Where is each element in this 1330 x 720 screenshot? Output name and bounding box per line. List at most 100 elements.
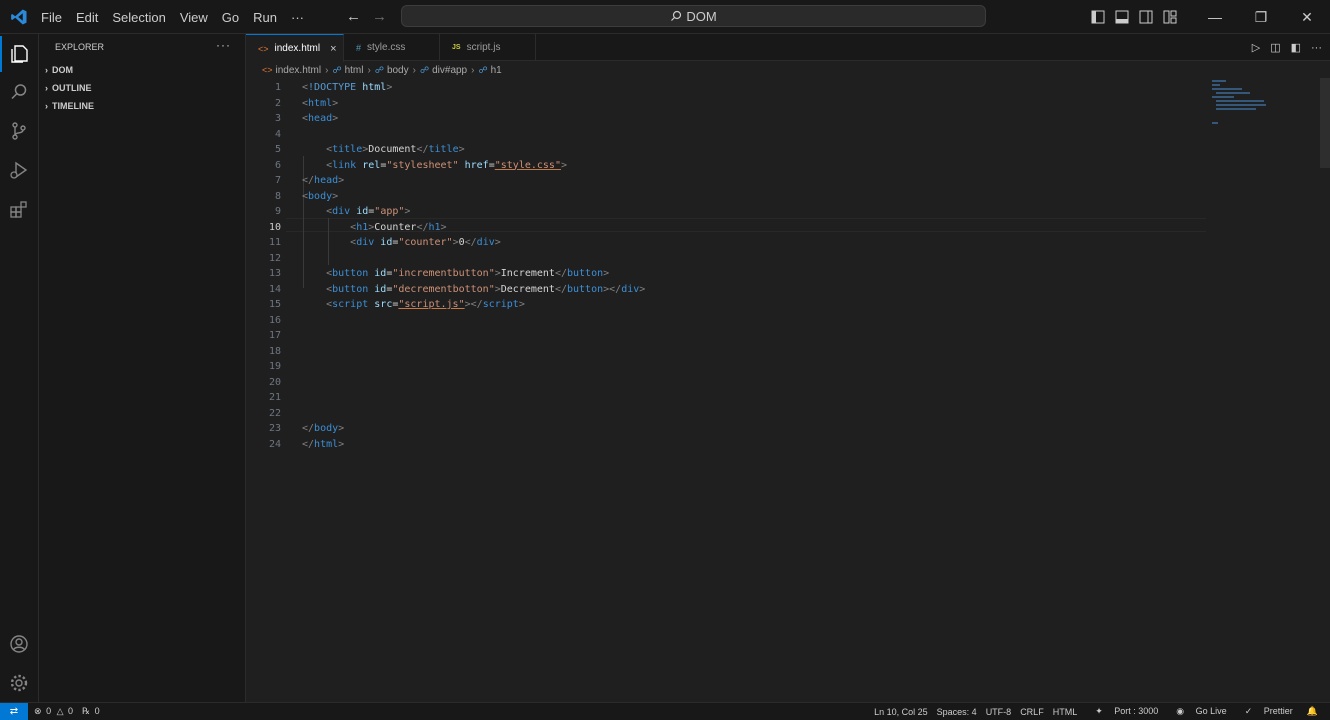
close-window-icon[interactable]: ✕ [1284, 0, 1330, 34]
ports-indicator[interactable]: ℞ 0 [82, 706, 100, 717]
toggle-sidebar-icon[interactable] [1090, 9, 1106, 25]
explorer-title: EXPLORER [55, 42, 105, 52]
command-center-search[interactable]: DOM [401, 5, 986, 27]
go-live-button[interactable]: ◉ Go Live [1167, 706, 1226, 717]
prettier-label: Prettier [1263, 706, 1293, 716]
code-line[interactable]: 4 [246, 127, 1206, 143]
prettier-status[interactable]: ✓ Prettier [1236, 706, 1293, 717]
chevron-right-icon: › [412, 64, 416, 76]
code-line[interactable]: 13 <button id="incrementbutton">Incremen… [246, 266, 1206, 282]
menu-file[interactable]: File [34, 10, 69, 25]
go-live-label: Go Live [1195, 706, 1227, 716]
code-text: <body> [302, 189, 338, 205]
code-line[interactable]: 20 [246, 375, 1206, 391]
breadcrumb-item[interactable]: index.html [276, 65, 322, 76]
section-dom[interactable]: › DOM [45, 61, 73, 79]
minimize-icon[interactable]: — [1192, 0, 1238, 34]
code-token: id [374, 268, 387, 279]
split-editor-icon[interactable]: ◧ [1291, 41, 1301, 54]
line-number: 8 [274, 190, 281, 202]
code-token: id [356, 206, 369, 217]
customize-layout-icon[interactable] [1162, 9, 1178, 25]
tab-style-css[interactable]: # style.css [344, 34, 440, 61]
code-token: h1 [356, 221, 369, 233]
encoding[interactable]: UTF-8 [986, 707, 1012, 717]
toggle-secondary-sidebar-icon[interactable] [1138, 9, 1154, 25]
explorer-more-button[interactable]: ··· [216, 38, 231, 52]
remote-indicator-icon[interactable]: ⇄ [0, 703, 28, 720]
code-line[interactable]: 15 <script src="script.js"></script> [246, 297, 1206, 313]
breadcrumb-item[interactable]: html [345, 65, 364, 76]
indentation[interactable]: Spaces: 4 [937, 707, 977, 717]
code-token: script [482, 299, 519, 310]
section-label: TIMELINE [52, 101, 94, 111]
breadcrumb-item[interactable]: body [387, 65, 409, 76]
code-editor[interactable]: 1 <!DOCTYPE html> 2 <html> 3 <head> 4 5 <title>… [246, 78, 1330, 702]
language-mode[interactable]: HTML [1053, 707, 1078, 717]
element-icon: ☍ [332, 64, 342, 75]
toggle-panel-icon[interactable] [1114, 9, 1130, 25]
code-line[interactable]: 3 <head> [246, 111, 1206, 127]
menu-go[interactable]: Go [215, 10, 246, 25]
code-token: head [314, 175, 339, 186]
code-token: </ [302, 438, 315, 450]
settings-gear-icon[interactable] [7, 671, 31, 695]
code-line[interactable]: 11 <div id="counter">0</div> [246, 235, 1206, 251]
code-line[interactable]: 7 </head> [246, 173, 1206, 189]
close-icon[interactable]: × [330, 43, 336, 55]
chevron-right-icon: › [45, 101, 48, 111]
code-text: </html> [302, 437, 344, 453]
tab-index-html[interactable]: <> index.html × [246, 34, 344, 62]
code-line[interactable]: 24 </html> [246, 437, 1206, 453]
menu-edit[interactable]: Edit [69, 10, 105, 25]
menu-view[interactable]: View [173, 10, 215, 25]
accounts-icon[interactable] [7, 632, 31, 656]
code-line[interactable]: 10 <h1>Counter</h1> [246, 220, 1206, 236]
check-icon: ✓ [1244, 706, 1253, 716]
code-line[interactable]: 17 [246, 328, 1206, 344]
cursor-position[interactable]: Ln 10, Col 25 [874, 707, 928, 717]
code-line[interactable]: 22 [246, 406, 1206, 422]
port-status[interactable]: ✦ Port : 3000 [1086, 706, 1158, 717]
code-line[interactable]: 2 <html> [246, 96, 1206, 112]
code-line[interactable]: 16 [246, 313, 1206, 329]
code-line[interactable]: 18 [246, 344, 1206, 360]
breadcrumb-item[interactable]: h1 [491, 65, 502, 76]
code-line[interactable]: 23 </body> [246, 421, 1206, 437]
restore-icon[interactable]: ❐ [1238, 0, 1284, 34]
code-line[interactable]: 21 [246, 390, 1206, 406]
menu-run[interactable]: Run [246, 10, 284, 25]
code-line[interactable]: 1 <!DOCTYPE html> [246, 80, 1206, 96]
open-preview-icon[interactable]: ◫ [1270, 41, 1280, 54]
breadcrumb-item[interactable]: div#app [432, 65, 467, 76]
code-token: > [332, 113, 339, 124]
code-token: button [332, 268, 369, 279]
run-debug-icon[interactable] [7, 158, 31, 182]
problems-indicator[interactable]: ⊗ 0 △ 0 [34, 706, 73, 717]
code-line[interactable]: 19 [246, 359, 1206, 375]
code-line[interactable]: 12 [246, 251, 1206, 267]
editor-scrollbar[interactable] [1320, 78, 1330, 168]
search-activity-icon[interactable] [7, 80, 31, 104]
run-icon[interactable]: ▷ [1252, 41, 1260, 54]
section-outline[interactable]: › OUTLINE [45, 79, 92, 97]
source-control-icon[interactable] [7, 119, 31, 143]
minimap[interactable] [1210, 78, 1320, 138]
code-line[interactable]: 5 <title>Document</title> [246, 142, 1206, 158]
more-actions-icon[interactable]: ··· [1311, 42, 1322, 54]
section-timeline[interactable]: › TIMELINE [45, 97, 94, 115]
code-line[interactable]: 8 <body> [246, 189, 1206, 205]
end-of-line[interactable]: CRLF [1020, 707, 1044, 717]
explorer-icon[interactable] [0, 36, 31, 72]
code-line[interactable]: 9 <div id="app"> [246, 204, 1206, 220]
forward-arrow-icon[interactable]: → [372, 8, 387, 25]
tab-script-js[interactable]: JS script.js [440, 34, 536, 61]
back-arrow-icon[interactable]: ← [346, 8, 361, 25]
menu-more[interactable]: ··· [284, 10, 311, 25]
extensions-icon[interactable] [7, 197, 31, 221]
code-line[interactable]: 14 <button id="decrementbotton">Decremen… [246, 282, 1206, 298]
code-line[interactable]: 6 <link rel="stylesheet" href="style.css… [246, 158, 1206, 174]
menu-selection[interactable]: Selection [105, 10, 172, 25]
notifications-bell-icon[interactable]: 🔔 [1307, 706, 1318, 717]
